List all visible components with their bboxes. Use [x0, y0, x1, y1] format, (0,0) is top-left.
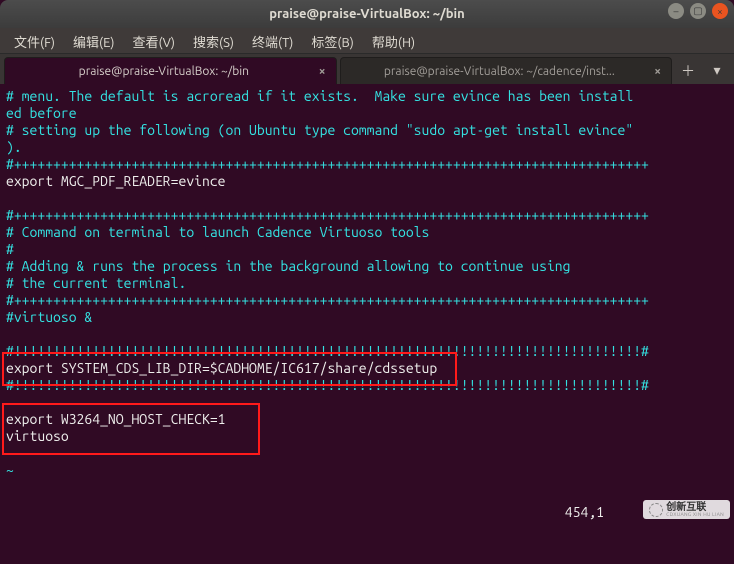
terminal-line: # Adding & runs the process in the backg… [6, 258, 728, 275]
terminal-line: #+++++++++++++++++++++++++++++++++++++++… [6, 156, 728, 173]
menu-search[interactable]: 搜索(S) [185, 30, 242, 53]
tab-2[interactable]: praise@praise-VirtualBox: ~/cadence/inst… [340, 57, 673, 84]
window-controls: – ▢ × [668, 3, 728, 19]
close-icon[interactable]: × [654, 65, 661, 78]
new-tab-button[interactable]: ＋ [675, 57, 701, 84]
editor-status: 454,1 [565, 504, 604, 521]
terminal-line: #!!!!!!!!!!!!!!!!!!!!!!!!!!!!!!!!!!!!!!!… [6, 377, 728, 394]
terminal-viewport[interactable]: # menu. The default is acroread if it ex… [0, 84, 734, 523]
terminal-line: #virtuoso & [6, 309, 728, 326]
terminal-line: export MGC_PDF_READER=evince [6, 173, 728, 190]
terminal-line [6, 394, 728, 411]
maximize-button[interactable]: ▢ [690, 3, 706, 19]
terminal-line: # [6, 241, 728, 258]
menu-tabs[interactable]: 标签(B) [303, 30, 361, 53]
tab-menu-button[interactable]: ▾ [704, 57, 730, 84]
terminal-line: ~ [6, 462, 728, 479]
terminal-line: #+++++++++++++++++++++++++++++++++++++++… [6, 207, 728, 224]
watermark-sub: CDXUANG XIN HU LIAN [666, 512, 724, 517]
window-title: praise@praise-VirtualBox: ~/bin [269, 7, 465, 21]
menu-help[interactable]: 帮助(H) [364, 30, 423, 53]
menu-view[interactable]: 查看(V) [125, 30, 183, 53]
tab-label: praise@praise-VirtualBox: ~/bin [15, 65, 313, 78]
terminal-line: # Command on terminal to launch Cadence … [6, 224, 728, 241]
terminal-line: ed before [6, 105, 728, 122]
window-titlebar: praise@praise-VirtualBox: ~/bin – ▢ × [0, 0, 734, 28]
terminal-line: #!!!!!!!!!!!!!!!!!!!!!!!!!!!!!!!!!!!!!!!… [6, 343, 728, 360]
tab-label: praise@praise-VirtualBox: ~/cadence/inst… [351, 65, 649, 78]
terminal-line: export SYSTEM_CDS_LIB_DIR=$CADHOME/IC617… [6, 360, 728, 377]
terminal-line [6, 190, 728, 207]
menu-terminal[interactable]: 终端(T) [244, 30, 301, 53]
terminal-line: export W3264_NO_HOST_CHECK=1 [6, 411, 728, 428]
menu-file[interactable]: 文件(F) [6, 30, 63, 53]
terminal-line: # menu. The default is acroread if it ex… [6, 88, 728, 105]
terminal-line: ). [6, 139, 728, 156]
tab-1[interactable]: praise@praise-VirtualBox: ~/bin × [4, 57, 337, 84]
close-icon[interactable]: × [319, 65, 326, 78]
watermark: 创新互联 CDXUANG XIN HU LIAN [643, 500, 730, 519]
close-button[interactable]: × [712, 3, 728, 19]
menu-bar: 文件(F) 编辑(E) 查看(V) 搜索(S) 终端(T) 标签(B) 帮助(H… [0, 28, 734, 54]
terminal-line [6, 326, 728, 343]
terminal-line: virtuoso [6, 428, 728, 445]
menu-edit[interactable]: 编辑(E) [65, 30, 122, 53]
terminal-line: # setting up the following (on Ubuntu ty… [6, 122, 728, 139]
terminal-line: # the current terminal. [6, 275, 728, 292]
terminal-line: #+++++++++++++++++++++++++++++++++++++++… [6, 292, 728, 309]
terminal-line: ~ [6, 445, 728, 462]
watermark-logo-icon [649, 503, 663, 517]
tab-bar: praise@praise-VirtualBox: ~/bin × praise… [0, 54, 734, 84]
minimize-button[interactable]: – [668, 3, 684, 19]
